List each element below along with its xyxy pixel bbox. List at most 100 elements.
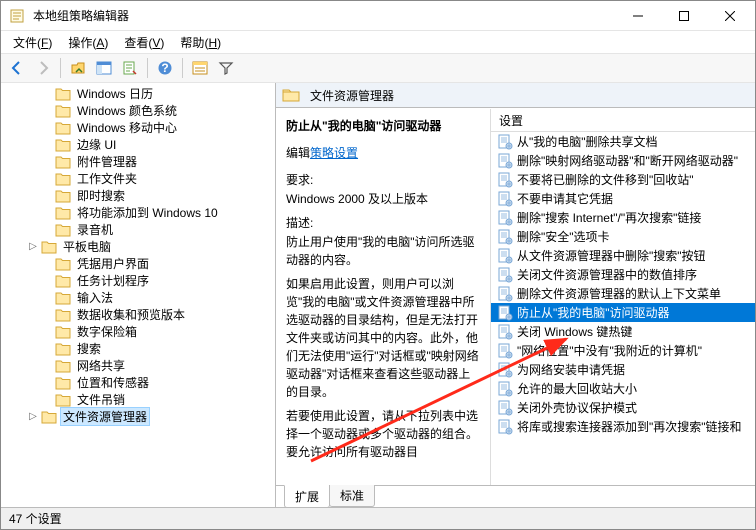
folder-icon (55, 206, 71, 220)
tree-item[interactable]: 文件吊销 (1, 391, 275, 408)
setting-icon (497, 172, 513, 188)
tree-item[interactable]: 任务计划程序 (1, 272, 275, 289)
menu-file[interactable]: 文件(F) (5, 32, 60, 53)
window-title: 本地组策略编辑器 (33, 7, 615, 24)
setting-label: 关闭外壳协议保护模式 (517, 399, 637, 416)
setting-item[interactable]: 不要申请其它凭据 (491, 189, 755, 208)
setting-title: 防止从"我的电脑"访问驱动器 (286, 117, 480, 134)
folder-icon (55, 342, 71, 356)
setting-item[interactable]: 删除文件资源管理器的默认上下文菜单 (491, 284, 755, 303)
tab-extended[interactable]: 扩展 (284, 485, 330, 508)
right-header: 文件资源管理器 (276, 83, 755, 108)
tree-item[interactable]: 网络共享 (1, 357, 275, 374)
tree-item[interactable]: 录音机 (1, 221, 275, 238)
setting-label: 防止从"我的电脑"访问驱动器 (517, 304, 670, 321)
folder-icon (55, 138, 71, 152)
tree-item[interactable]: Windows 日历 (1, 85, 275, 102)
setting-item[interactable]: 为网络安装申请凭据 (491, 360, 755, 379)
requirements-text: Windows 2000 及以上版本 (286, 190, 480, 208)
tree-item[interactable]: 附件管理器 (1, 153, 275, 170)
tree-item[interactable]: 边缘 UI (1, 136, 275, 153)
export-list-button[interactable] (118, 56, 142, 80)
description-label: 描述: (286, 214, 480, 231)
setting-icon (497, 324, 513, 340)
tree-item[interactable]: Windows 颜色系统 (1, 102, 275, 119)
setting-item[interactable]: 允许的最大回收站大小 (491, 379, 755, 398)
setting-item[interactable]: 删除"安全"选项卡 (491, 227, 755, 246)
filter-button[interactable] (214, 56, 238, 80)
menu-view[interactable]: 查看(V) (116, 32, 172, 53)
close-button[interactable] (707, 1, 753, 31)
setting-item[interactable]: 删除"搜索 Internet"/"再次搜索"链接 (491, 208, 755, 227)
folder-icon (55, 104, 71, 118)
setting-item[interactable]: 防止从"我的电脑"访问驱动器 (491, 303, 755, 322)
setting-label: "网络位置"中没有"我附近的计算机" (517, 342, 702, 359)
tree-item-label: 文件吊销 (75, 391, 127, 408)
tree-item[interactable]: 即时搜索 (1, 187, 275, 204)
description-text-3: 若要使用此设置，请从下拉列表中选择一个驱动器或多个驱动器的组合。要允许访问所有驱… (286, 407, 480, 461)
toolbar-separator (60, 58, 61, 78)
setting-icon (497, 134, 513, 150)
maximize-button[interactable] (661, 1, 707, 31)
tree-item[interactable]: 将功能添加到 Windows 10 (1, 204, 275, 221)
svg-text:?: ? (161, 61, 168, 75)
setting-item[interactable]: 关闭 Windows 键热键 (491, 322, 755, 341)
show-hide-tree-button[interactable] (92, 56, 116, 80)
forward-button[interactable] (31, 56, 55, 80)
setting-item[interactable]: 关闭文件资源管理器中的数值排序 (491, 265, 755, 284)
minimize-button[interactable] (615, 1, 661, 31)
bottom-tabs: 扩展 标准 (276, 485, 755, 507)
tree-item[interactable]: 位置和传感器 (1, 374, 275, 391)
statusbar: 47 个设置 (1, 507, 755, 529)
expand-icon[interactable]: ▷ (27, 411, 39, 422)
folder-icon (55, 172, 71, 186)
setting-item[interactable]: 关闭外壳协议保护模式 (491, 398, 755, 417)
help-button[interactable]: ? (153, 56, 177, 80)
setting-icon (497, 286, 513, 302)
tree-item[interactable]: ▷平板电脑 (1, 238, 275, 255)
folder-icon (41, 240, 57, 254)
tree-item[interactable]: 凭据用户界面 (1, 255, 275, 272)
tree-item-label: 输入法 (75, 289, 115, 306)
setting-item[interactable]: 从"我的电脑"删除共享文档 (491, 132, 755, 151)
up-button[interactable] (66, 56, 90, 80)
folder-icon (55, 87, 71, 101)
setting-item[interactable]: "网络位置"中没有"我附近的计算机" (491, 341, 755, 360)
tree-item[interactable]: 数字保险箱 (1, 323, 275, 340)
tree-item-label: 将功能添加到 Windows 10 (75, 204, 220, 221)
folder-icon (41, 410, 57, 424)
folder-icon (55, 121, 71, 135)
setting-item[interactable]: 不要将已删除的文件移到"回收站" (491, 170, 755, 189)
tree-item-label: Windows 颜色系统 (75, 102, 179, 119)
setting-icon (497, 210, 513, 226)
edit-policy-row: 编辑策略设置 (286, 144, 480, 161)
tree-item[interactable]: 输入法 (1, 289, 275, 306)
tree-item[interactable]: ▷ 文件资源管理器 (1, 408, 275, 425)
menu-help[interactable]: 帮助(H) (172, 32, 229, 53)
setting-item[interactable]: 从文件资源管理器中删除"搜索"按钮 (491, 246, 755, 265)
settings-list-pane: 设置 从"我的电脑"删除共享文档删除"映射网络驱动器"和"断开网络驱动器"不要将… (491, 109, 755, 485)
all-settings-button[interactable] (188, 56, 212, 80)
tree-item[interactable]: 数据收集和预览版本 (1, 306, 275, 323)
tree-item-label: 位置和传感器 (75, 374, 151, 391)
tree-item-label: 文件资源管理器 (61, 408, 149, 425)
tab-standard[interactable]: 标准 (329, 485, 375, 507)
tree-item[interactable]: 工作文件夹 (1, 170, 275, 187)
settings-list[interactable]: 从"我的电脑"删除共享文档删除"映射网络驱动器"和"断开网络驱动器"不要将已删除… (491, 132, 755, 485)
menu-action[interactable]: 操作(A) (60, 32, 116, 53)
tree-item[interactable]: Windows 移动中心 (1, 119, 275, 136)
tree-item[interactable]: 搜索 (1, 340, 275, 357)
edit-policy-link[interactable]: 策略设置 (310, 146, 358, 160)
back-button[interactable] (5, 56, 29, 80)
tree-item-label: 数据收集和预览版本 (75, 306, 187, 323)
main-split: Windows 日历Windows 颜色系统Windows 移动中心边缘 UI附… (1, 83, 755, 507)
setting-icon (497, 305, 513, 321)
setting-item[interactable]: 删除"映射网络驱动器"和"断开网络驱动器" (491, 151, 755, 170)
settings-column-header[interactable]: 设置 (491, 109, 755, 132)
setting-label: 从文件资源管理器中删除"搜索"按钮 (517, 247, 706, 264)
expand-icon[interactable]: ▷ (27, 241, 39, 252)
setting-label: 不要将已删除的文件移到"回收站" (517, 171, 694, 188)
setting-item[interactable]: 将库或搜索连接器添加到"再次搜索"链接和 (491, 417, 755, 436)
right-body: 防止从"我的电脑"访问驱动器 编辑策略设置 要求: Windows 2000 及… (276, 108, 755, 485)
tree-pane[interactable]: Windows 日历Windows 颜色系统Windows 移动中心边缘 UI附… (1, 83, 276, 507)
